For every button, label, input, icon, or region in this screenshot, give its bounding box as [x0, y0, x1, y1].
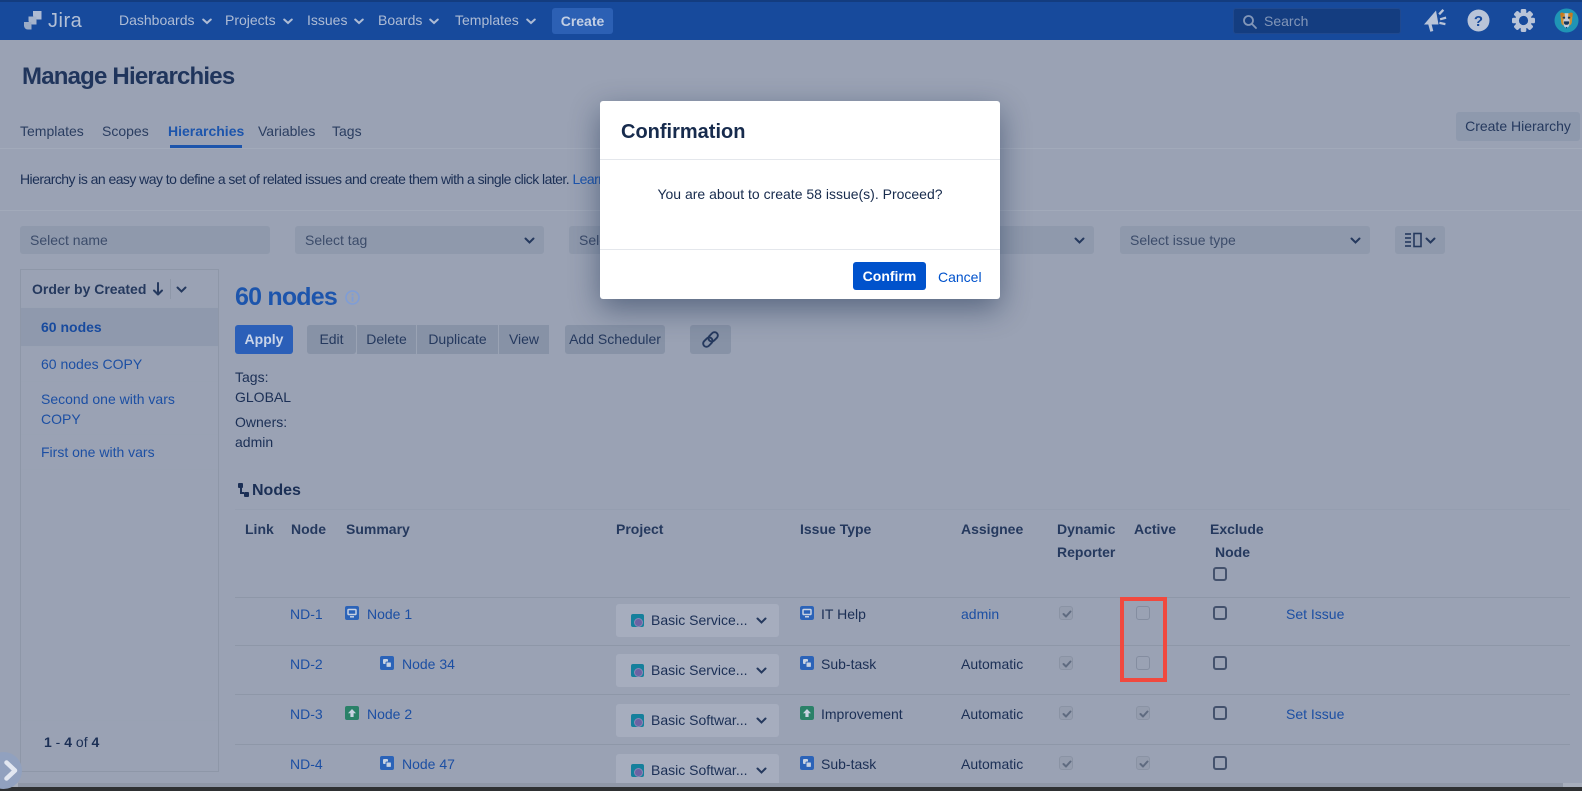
- svg-text:?: ?: [1474, 13, 1483, 30]
